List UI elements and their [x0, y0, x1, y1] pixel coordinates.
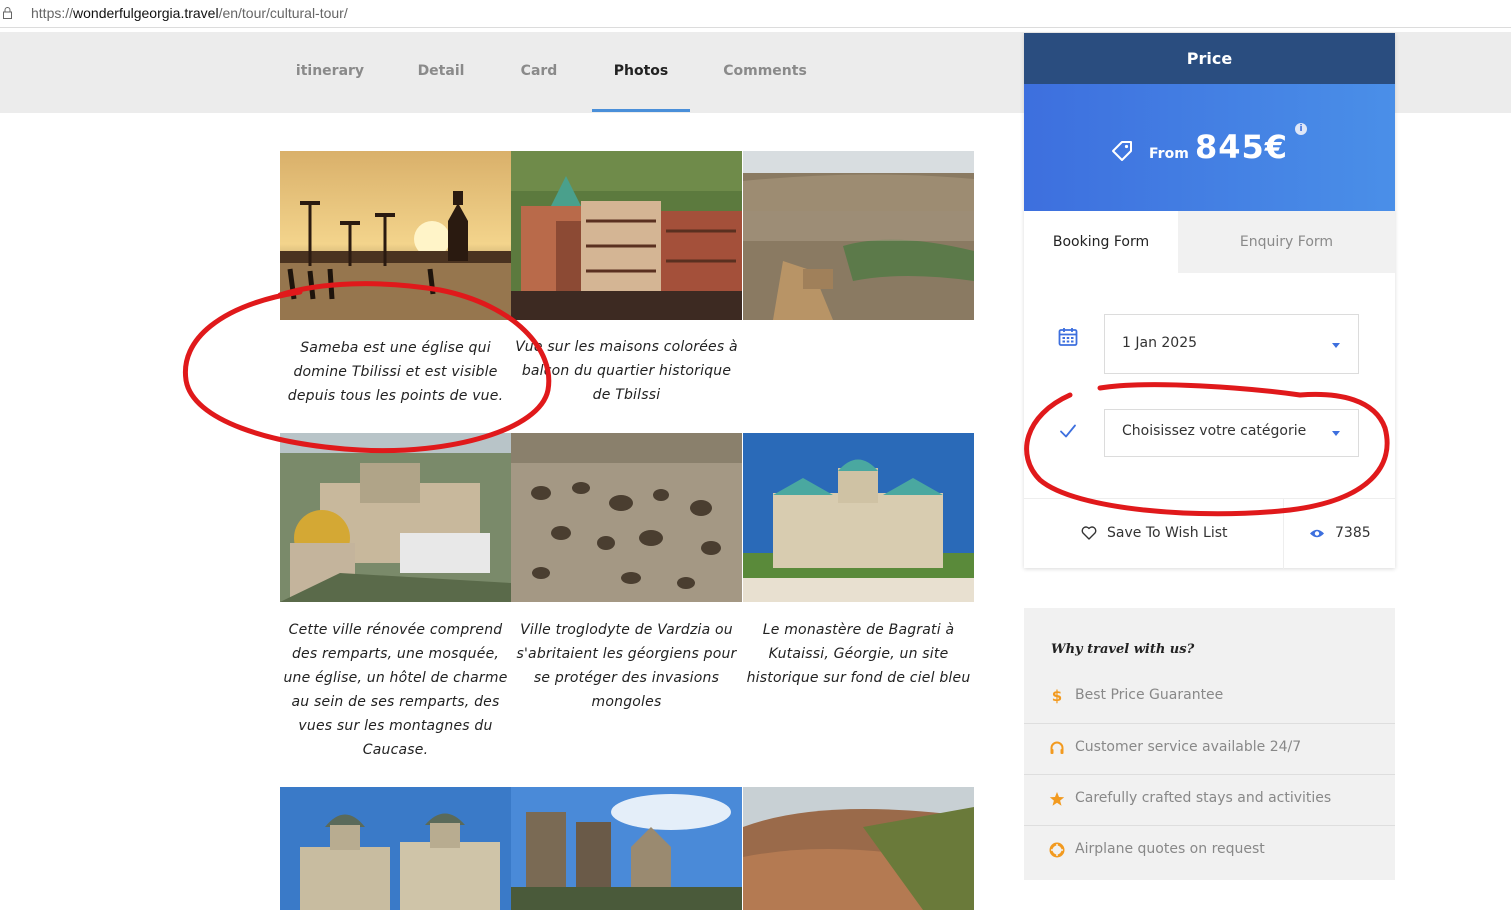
photo-bagrati-cathedral[interactable] [743, 433, 974, 602]
tab-comments[interactable]: Comments [710, 32, 820, 113]
view-count-value: 7385 [1335, 525, 1371, 541]
photo-ananuri-fortress[interactable] [511, 787, 742, 910]
why-item-service: Customer service available 24/7 [1024, 723, 1395, 774]
photo-sameba-cathedral[interactable] [280, 151, 511, 320]
price-header: Price [1024, 33, 1395, 84]
photo-tbilisi-balconies[interactable] [511, 151, 742, 320]
price-box: From 845€ i [1024, 84, 1395, 211]
caption-fortress: Cette ville rénovée comprend des rempart… [283, 622, 508, 758]
photo-vardzia-caves[interactable] [511, 433, 742, 602]
form-tabs: Booking Form Enquiry Form [1024, 211, 1395, 273]
why-item-airplane: Airplane quotes on request [1024, 825, 1395, 876]
photo-mountain-landscape[interactable] [743, 787, 974, 910]
svg-text:$: $ [1052, 688, 1062, 704]
tab-card[interactable]: Card [500, 32, 578, 113]
active-tab-indicator [592, 109, 690, 112]
lifebuoy-icon [1049, 842, 1065, 858]
date-select[interactable]: 1 Jan 2025 [1104, 314, 1359, 374]
photo-gelati-monastery[interactable] [280, 787, 511, 910]
photo-tbilisi-panorama[interactable] [743, 151, 974, 320]
why-item-stays: Carefully crafted stays and activities [1024, 774, 1395, 825]
caption-balconies: Vue sur les maisons colorées à balcon du… [515, 339, 738, 403]
category-select[interactable]: Choisissez votre catégorie [1104, 409, 1359, 457]
star-icon [1049, 792, 1065, 806]
info-icon[interactable]: i [1295, 123, 1307, 135]
dollar-icon: $ [1052, 688, 1062, 704]
caption-bagrati: Le monastère de Bagrati à Kutaissi, Géor… [746, 622, 971, 686]
tab-enquiry-form[interactable]: Enquiry Form [1178, 211, 1395, 273]
lock-icon [3, 7, 12, 19]
chevron-down-icon [1332, 431, 1340, 436]
why-item-text: Carefully crafted stays and activities [1075, 790, 1332, 806]
date-select-value: 1 Jan 2025 [1122, 335, 1198, 351]
price-from-label: From [1149, 146, 1189, 162]
photo-akhaltsikhe-fortress[interactable] [280, 433, 511, 602]
view-count: 7385 [1284, 499, 1395, 569]
why-travel-panel: Why travel with us? $ Best Price Guarant… [1024, 608, 1395, 880]
heart-icon [1081, 526, 1097, 540]
caption-vardzia: Ville troglodyte de Vardzia ou s'abritai… [516, 622, 737, 710]
why-item-price: $ Best Price Guarantee [1024, 672, 1395, 723]
why-item-text: Customer service available 24/7 [1075, 739, 1302, 755]
browser-url-bar[interactable]: https://wonderfulgeorgia.travel/en/tour/… [0, 0, 1511, 28]
booking-sidebar: Price From 845€ i Booking Form Enquiry F… [1024, 33, 1395, 569]
tab-booking-form[interactable]: Booking Form [1024, 211, 1178, 273]
why-item-text: Airplane quotes on request [1075, 841, 1265, 857]
headset-icon [1050, 741, 1064, 754]
eye-icon [1310, 529, 1324, 538]
caption-sameba: Sameba est une église qui domine Tbiliss… [287, 340, 504, 404]
tab-detail[interactable]: Detail [400, 32, 482, 113]
check-icon [1060, 424, 1076, 438]
url-scheme: https:// [31, 5, 74, 21]
url-path: /en/tour/cultural-tour/ [218, 5, 348, 21]
price-amount: 845€ [1195, 128, 1289, 166]
calendar-icon [1058, 328, 1078, 346]
wishlist-row: Save To Wish List 7385 [1024, 498, 1395, 569]
category-select-value: Choisissez votre catégorie [1122, 423, 1307, 439]
tab-itinerary[interactable]: itinerary [280, 32, 380, 113]
url-text[interactable]: https://wonderfulgeorgia.travel/en/tour/… [31, 5, 348, 21]
why-title: Why travel with us? [1051, 642, 1195, 657]
save-to-wishlist-button[interactable]: Save To Wish List [1024, 499, 1284, 569]
wishlist-label: Save To Wish List [1107, 525, 1228, 541]
tab-photos[interactable]: Photos [592, 32, 690, 113]
chevron-down-icon [1332, 343, 1340, 348]
why-item-text: Best Price Guarantee [1075, 687, 1224, 703]
price-tag-icon [1112, 141, 1132, 161]
url-host: wonderfulgeorgia.travel [73, 5, 219, 21]
